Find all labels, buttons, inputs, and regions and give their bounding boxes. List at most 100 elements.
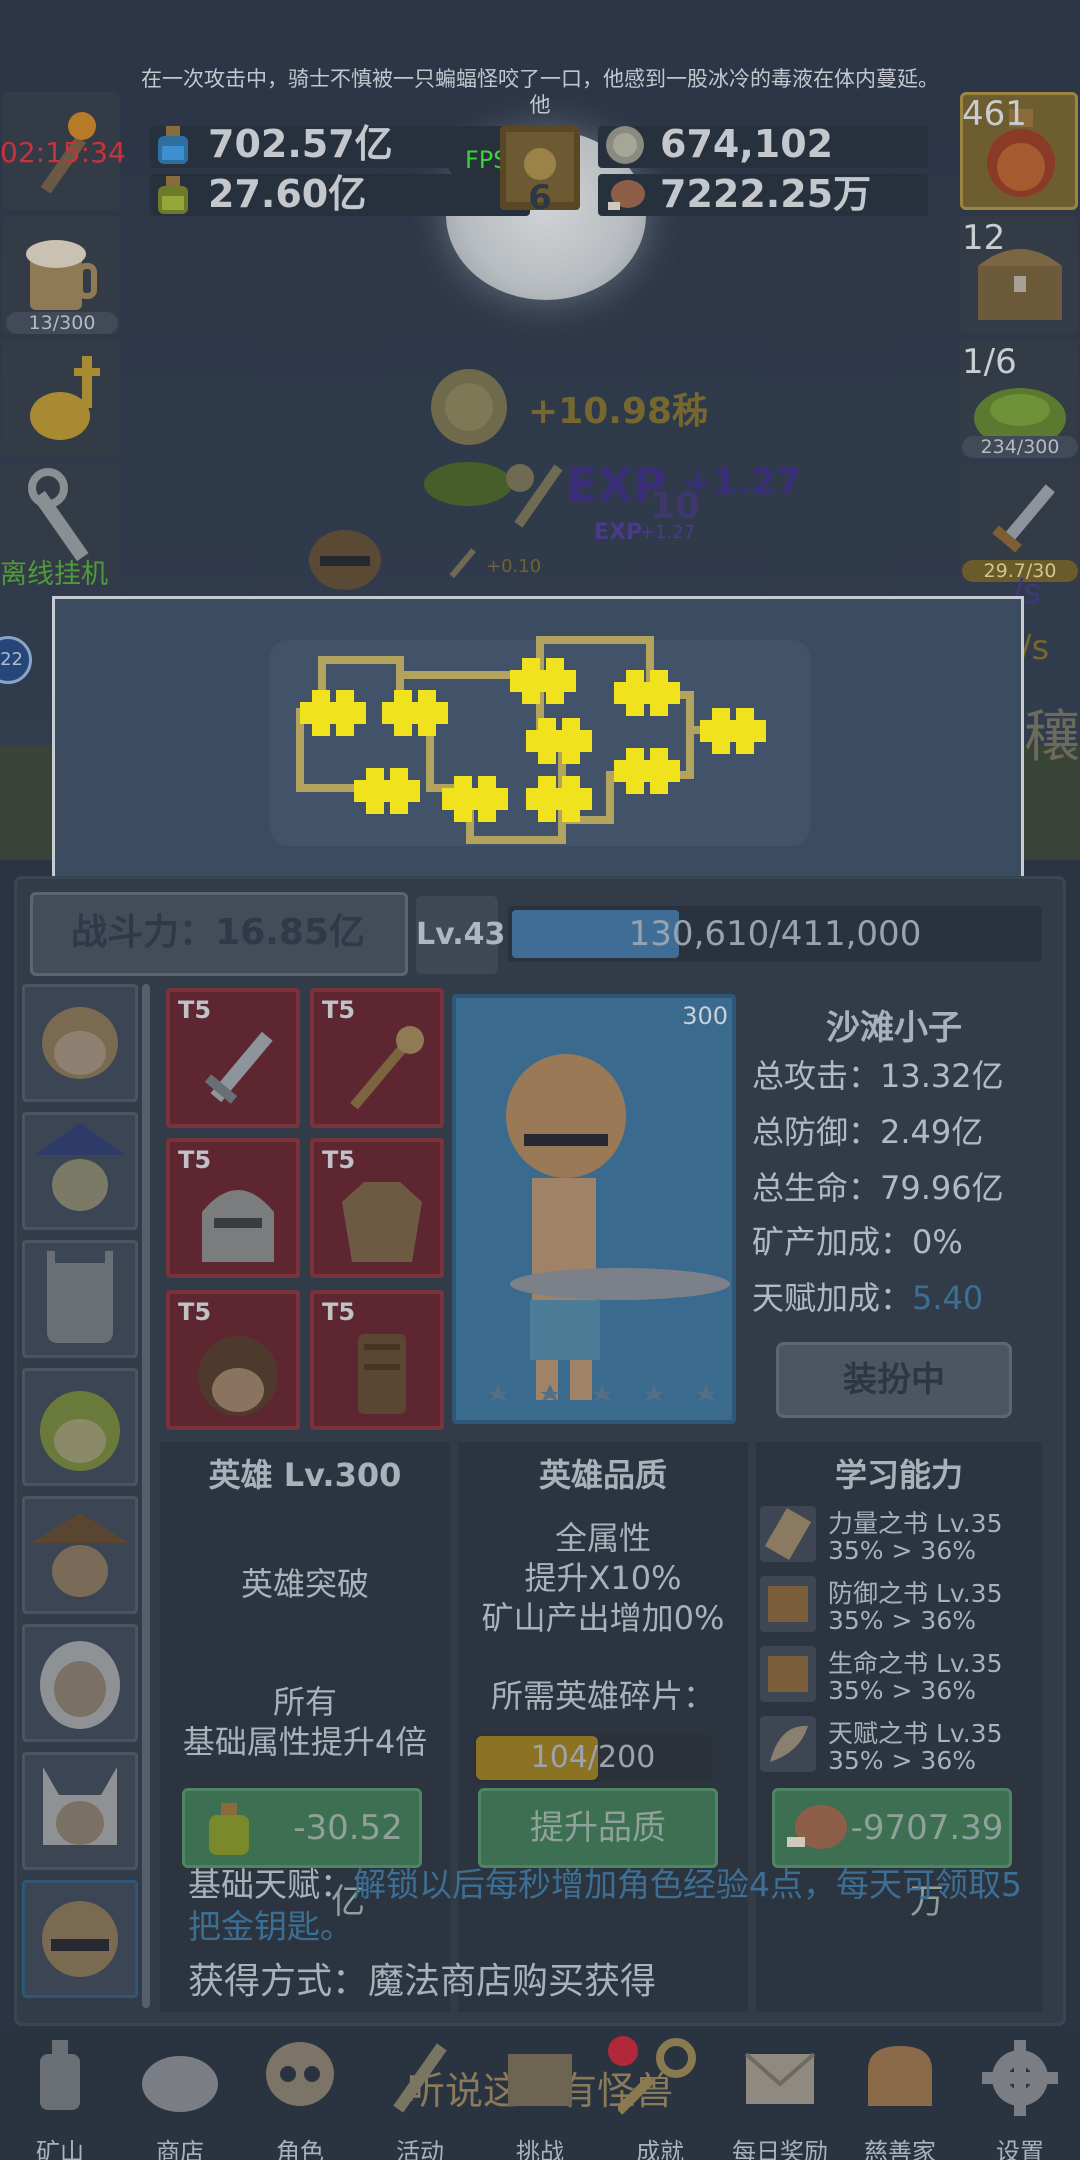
hero-avatar-icon [47, 1251, 113, 1343]
hero-slot-6[interactable] [22, 1624, 138, 1742]
hero-slot-1[interactable] [22, 984, 138, 1102]
dress-button[interactable]: 装扮中 [776, 1342, 1012, 1418]
hero-slot-8-selected[interactable] [22, 1880, 138, 1998]
map-room-9 [442, 776, 508, 822]
nav-settings[interactable]: 设置 [960, 2036, 1080, 2160]
rate-partial-2: /s [1020, 628, 1050, 668]
quality-line1: 全属性 [554, 1519, 651, 1557]
sword-icon [393, 2043, 447, 2113]
equip-armor[interactable]: T5 [310, 1138, 444, 1278]
equip-helmet[interactable]: T5 [166, 1138, 300, 1278]
feather-icon [760, 1716, 816, 1772]
stat-label: 总攻击： [752, 1057, 881, 1095]
portrait-stars [488, 1384, 716, 1402]
nav-daily-reward[interactable]: 每日奖励 [720, 2036, 840, 2160]
hero-slot-4[interactable] [22, 1368, 138, 1486]
hero-avatar-icon [40, 1641, 120, 1729]
stat-label: 天赋加成： [752, 1279, 913, 1317]
hero-desc-line1: 所有 [272, 1683, 337, 1721]
map-rooms [300, 658, 766, 822]
lantern-icon [40, 2040, 80, 2110]
book-icon [760, 1646, 816, 1702]
coin-gain-text: +10.98秭 [528, 391, 709, 432]
skull-icon [266, 2042, 334, 2106]
stat-value: 2.49亿 [880, 1113, 984, 1151]
hero-name: 沙滩小子 [826, 1008, 962, 1048]
hero-list-scrollbar[interactable] [142, 984, 150, 2008]
nav-shop[interactable]: 商店 [120, 2036, 240, 2160]
equip-hair[interactable]: T5 [166, 1290, 300, 1430]
offline-label: 离线挂机 [0, 559, 108, 590]
equip-boots[interactable]: T5 [310, 1290, 444, 1430]
nav-label: 活动 [396, 2138, 444, 2160]
equip-weapon[interactable]: T5 [166, 988, 300, 1128]
hero-avatar-icon [43, 1767, 117, 1845]
book-name: 防御之书 Lv.35 [828, 1579, 1003, 1608]
chest-count: 12 [962, 218, 1006, 258]
portrait-level: 300 [682, 1002, 728, 1030]
nav-mine[interactable]: 矿山 [0, 2036, 120, 2160]
nav-label: 角色 [276, 2138, 324, 2160]
dungeon-map[interactable] [270, 620, 810, 860]
partial-glyph: 穰 [1024, 705, 1080, 770]
book-name: 力量之书 Lv.35 [828, 1509, 1003, 1538]
hero-slot-2[interactable] [22, 1112, 138, 1230]
hero-desc-line2: 基础属性提升4倍 [182, 1723, 428, 1761]
fragment-count: 104/200 [530, 1740, 656, 1775]
book-row-strength: 力量之书 Lv.35 35% > 36% [760, 1504, 1040, 1570]
hero-avatar-icon [35, 1123, 125, 1211]
fragment-label: 所需英雄碎片： [490, 1677, 715, 1715]
beer-mug-icon [26, 240, 97, 310]
book-value: 35% > 36% [828, 1676, 976, 1705]
stat-attack: 总攻击：13.32亿 [752, 1056, 1004, 1096]
stat-label: 矿产加成： [752, 1223, 913, 1261]
nav-activity[interactable]: 活动 [360, 2036, 480, 2160]
base-talent: 基础天赋：解锁以后每秒增加角色经验4点，每天可领取5把金钥匙。 [188, 1864, 1028, 1948]
meat-amount: 7222.25万 [660, 172, 872, 216]
hero-avatar-icon [42, 1007, 118, 1079]
nav-philanthropist[interactable]: 慈善家 [840, 2036, 960, 2160]
map-room-2 [382, 690, 448, 736]
equip-tier: T5 [178, 1298, 212, 1326]
bread-icon [868, 2046, 932, 2106]
hero-character-sprite [488, 1054, 730, 1402]
nav-character[interactable]: 角色 [240, 2036, 360, 2160]
hero-level-title: 英雄 Lv.300 [208, 1456, 402, 1494]
hero-slot-3[interactable] [22, 1240, 138, 1358]
equip-tier: T5 [178, 1146, 212, 1174]
book-value: 35% > 36% [828, 1746, 976, 1775]
exp-small-text: EXP [594, 520, 643, 545]
beer-count: 13/300 [6, 312, 118, 334]
nav-label: 每日奖励 [732, 2138, 828, 2160]
exp-gain-text: +1.27 [682, 462, 801, 503]
green-potion-amount: 27.60亿 [208, 172, 367, 216]
combat-power: 战斗力：16.85亿 [71, 912, 365, 953]
hero-avatar-icon [42, 1901, 118, 1977]
exp-text: 130,610/411,000 [628, 914, 922, 954]
slime-fraction: 1/6 [962, 342, 1017, 382]
hero-slot-7[interactable] [22, 1752, 138, 1870]
coin-icon [606, 126, 644, 164]
green-potion-icon [158, 176, 188, 214]
tiny-sword-icon [449, 548, 476, 579]
stat-label: 总防御： [752, 1113, 881, 1151]
equip-staff[interactable]: T5 [310, 988, 444, 1128]
book-value: 35% > 36% [828, 1606, 976, 1635]
stat-defense: 总防御：2.49亿 [752, 1112, 983, 1152]
map-room-8 [354, 768, 420, 814]
nav-challenge[interactable]: 挑战 [480, 2036, 600, 2160]
learn-upgrade-button[interactable]: -9707.39万 [772, 1788, 1012, 1922]
upgrade-quality-button[interactable]: 提升品质 [478, 1788, 718, 1868]
hero-list[interactable] [18, 982, 142, 2012]
key-tile[interactable] [2, 340, 120, 458]
sword-icon [204, 1031, 273, 1104]
hero-slot-5[interactable] [22, 1496, 138, 1614]
nav-label: 设置 [996, 2138, 1044, 2160]
book-row-health: 生命之书 Lv.35 35% > 36% [760, 1644, 1040, 1710]
hero-breakthrough: 英雄突破 [240, 1565, 369, 1603]
talent-label: 基础天赋： [188, 1865, 353, 1904]
hero-upgrade-button[interactable]: -30.52亿 [182, 1788, 422, 1922]
quality-line2: 提升X10% [524, 1559, 682, 1597]
sword-gain-text: +0.10 [486, 556, 542, 577]
player-level: Lv.43 [416, 896, 505, 974]
